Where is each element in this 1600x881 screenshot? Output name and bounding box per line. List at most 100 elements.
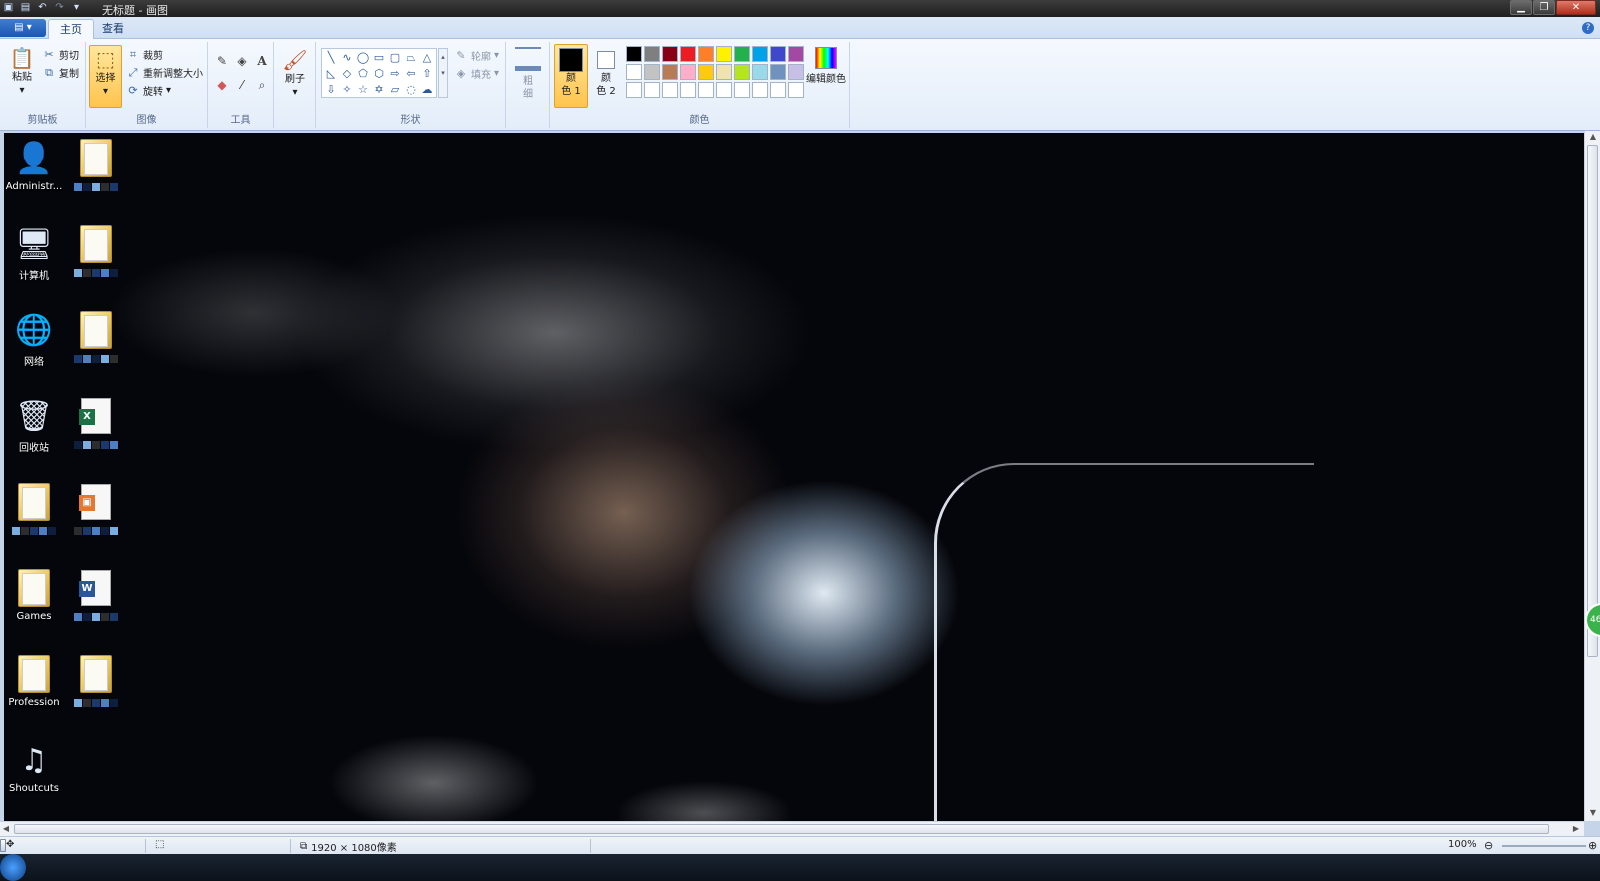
desktop-icon[interactable] (66, 137, 126, 191)
rotate-button[interactable]: ⟳ 旋转 ▾ (126, 83, 171, 99)
palette-swatch[interactable] (680, 82, 696, 98)
vertical-scroll-thumb[interactable] (1587, 145, 1598, 657)
curve-shape-icon[interactable]: ∿ (339, 50, 355, 66)
palette-swatch[interactable] (716, 46, 732, 62)
scroll-left-icon[interactable]: ◀ (0, 822, 12, 836)
vertical-scrollbar[interactable]: ▲ ▼ (1584, 131, 1600, 821)
color-picker-icon[interactable]: ⁄ (233, 76, 251, 94)
start-button-icon[interactable] (0, 854, 26, 881)
help-icon[interactable]: ? (1582, 22, 1594, 34)
palette-swatch[interactable] (734, 64, 750, 80)
desktop-icon[interactable]: 👤 Administr... (4, 137, 64, 193)
hexagon-shape-icon[interactable]: ⬡ (371, 66, 387, 82)
copy-button[interactable]: ⧉ 复制 (42, 65, 79, 81)
maximize-button[interactable]: ❐ (1533, 0, 1555, 15)
palette-swatch[interactable] (644, 64, 660, 80)
palette-swatch[interactable] (734, 46, 750, 62)
fill-bucket-icon[interactable]: ◈ (233, 52, 251, 70)
desktop-icon[interactable]: ♫ Shoutcuts (4, 739, 64, 795)
desktop-icon[interactable]: 🗑 回收站 (4, 395, 64, 455)
paste-button[interactable]: 📋 粘贴 ▾ (6, 45, 38, 97)
save-icon[interactable]: ▤ (19, 1, 32, 14)
select-button[interactable]: ⬚ 选择 ▾ (89, 45, 122, 108)
palette-swatch[interactable] (752, 64, 768, 80)
zoom-out-icon[interactable]: ⊖ (1484, 839, 1493, 852)
brushes-button[interactable]: 🖌 刷子 ▾ (279, 47, 311, 99)
down-arrow-shape-icon[interactable]: ⇩ (323, 82, 339, 98)
edit-colors-button[interactable]: 编辑颜色 (804, 45, 848, 86)
polygon-shape-icon[interactable]: ⏢ (403, 50, 419, 66)
crop-button[interactable]: ⌗ 裁剪 (126, 47, 163, 63)
palette-swatch[interactable] (626, 64, 642, 80)
redo-icon[interactable]: ↷ (53, 1, 66, 14)
oval-shape-icon[interactable]: ◯ (355, 50, 371, 66)
right-triangle-shape-icon[interactable]: ◺ (323, 66, 339, 82)
palette-swatch[interactable] (644, 82, 660, 98)
palette-swatch[interactable] (626, 46, 642, 62)
desktop-icon[interactable]: W (66, 567, 126, 621)
cloud-callout-shape-icon[interactable]: ☁ (419, 82, 435, 98)
rectangle-shape-icon[interactable]: ▭ (371, 50, 387, 66)
triangle-shape-icon[interactable]: △ (419, 50, 435, 66)
palette-swatch[interactable] (716, 64, 732, 80)
five-point-star-shape-icon[interactable]: ☆ (355, 82, 371, 98)
palette-swatch[interactable] (716, 82, 732, 98)
undo-icon[interactable]: ↶ (36, 1, 49, 14)
line-shape-icon[interactable]: ╲ (323, 50, 339, 66)
palette-swatch[interactable] (770, 82, 786, 98)
oval-callout-shape-icon[interactable]: ◌ (403, 82, 419, 98)
desktop-icon[interactable]: 🖥 计算机 (4, 223, 64, 283)
zoom-slider-thumb[interactable] (0, 839, 6, 852)
rect-callout-shape-icon[interactable]: ▱ (387, 82, 403, 98)
palette-swatch[interactable] (770, 64, 786, 80)
palette-swatch[interactable] (662, 64, 678, 80)
palette-swatch[interactable] (770, 46, 786, 62)
shapes-gallery-scroll[interactable]: ▴ ▾ (438, 48, 448, 98)
palette-swatch[interactable] (788, 82, 804, 98)
size-button[interactable]: 粗 细 (512, 47, 544, 101)
tab-home[interactable]: 主页 (48, 19, 94, 39)
desktop-icon[interactable] (66, 309, 126, 363)
palette-swatch[interactable] (680, 46, 696, 62)
palette-swatch[interactable] (698, 82, 714, 98)
palette-swatch[interactable] (662, 46, 678, 62)
color2-button[interactable]: 颜 色 2 (590, 44, 622, 108)
palette-swatch[interactable] (662, 82, 678, 98)
cut-button[interactable]: ✂ 剪切 (42, 47, 79, 63)
palette-swatch[interactable] (698, 64, 714, 80)
desktop-icon[interactable] (66, 653, 126, 707)
scroll-up-icon[interactable]: ▲ (1585, 131, 1600, 143)
palette-swatch[interactable] (734, 82, 750, 98)
text-icon[interactable]: A (253, 52, 271, 70)
palette-swatch[interactable] (788, 64, 804, 80)
up-arrow-shape-icon[interactable]: ⇧ (419, 66, 435, 82)
palette-swatch[interactable] (788, 46, 804, 62)
desktop-icon[interactable]: X (66, 395, 126, 449)
palette-swatch[interactable] (626, 82, 642, 98)
desktop-icon[interactable]: Games (4, 567, 64, 622)
rounded-rectangle-shape-icon[interactable]: ▢ (387, 50, 403, 66)
drawing-canvas[interactable]: 👤 Administr... 🖥 计算机 🌐 网络 🗑 回收站 Games Profession ♫… (4, 133, 1584, 821)
diamond-shape-icon[interactable]: ◇ (339, 66, 355, 82)
eraser-icon[interactable]: ◆ (213, 76, 231, 94)
color1-button[interactable]: 颜 色 1 (554, 44, 588, 108)
paint-menu-button[interactable]: ▤ ▾ (0, 19, 46, 37)
paint-app-icon[interactable]: ▣ (2, 1, 15, 14)
four-point-star-shape-icon[interactable]: ✧ (339, 82, 355, 98)
palette-swatch[interactable] (644, 46, 660, 62)
six-point-star-shape-icon[interactable]: ✡ (371, 82, 387, 98)
horizontal-scrollbar[interactable]: ◀ ▶ (0, 821, 1584, 836)
pencil-icon[interactable]: ✎ (213, 52, 231, 70)
palette-swatch[interactable] (752, 82, 768, 98)
fill-button[interactable]: ◈ 填充 ▾ (454, 66, 499, 82)
zoom-slider-track[interactable] (1502, 845, 1586, 847)
close-button[interactable]: ✕ (1556, 0, 1596, 15)
palette-swatch[interactable] (680, 64, 696, 80)
desktop-icon[interactable]: ▣ (66, 481, 126, 535)
horizontal-scroll-thumb[interactable] (14, 824, 1549, 834)
desktop-icon[interactable] (4, 481, 64, 535)
desktop-icon[interactable]: Profession (4, 653, 64, 708)
scroll-right-icon[interactable]: ▶ (1570, 822, 1582, 836)
dropdown-icon[interactable]: ▾ (70, 1, 83, 14)
zoom-in-icon[interactable]: ⊕ (1588, 839, 1597, 852)
